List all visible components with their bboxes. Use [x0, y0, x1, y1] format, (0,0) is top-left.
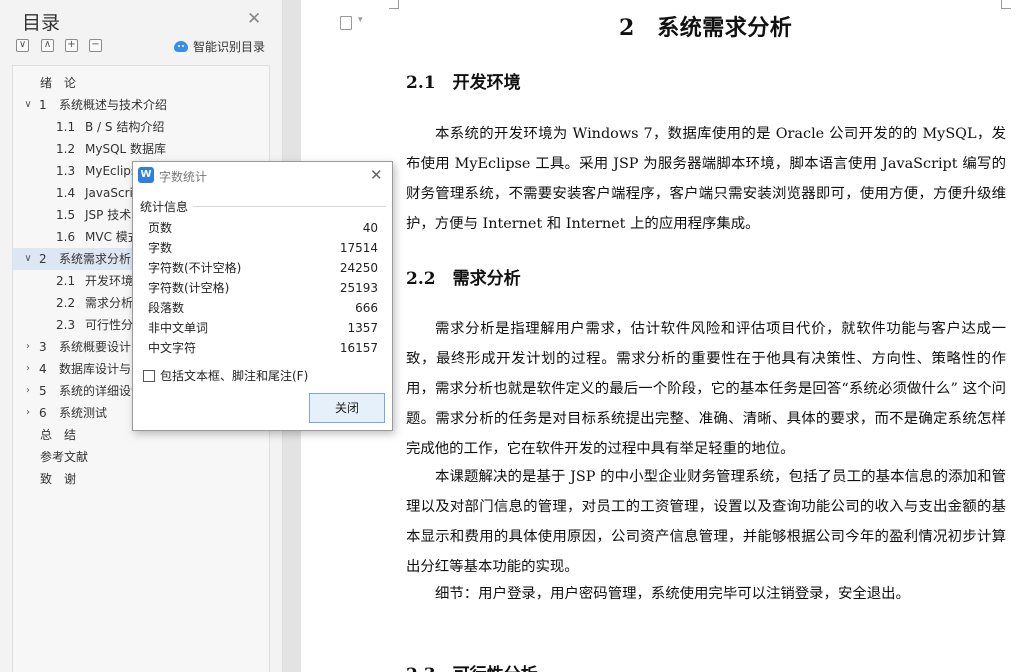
chevron-down-icon[interactable]: ∨ — [23, 94, 33, 116]
toc-item-label: 系统概述与技术介绍 — [59, 98, 168, 112]
toc-item-number: 5 — [39, 384, 47, 398]
stat-value: 24250 — [339, 261, 378, 275]
dialog-close-icon[interactable]: ✕ — [370, 166, 383, 184]
stat-row: 中文字符 16157 — [148, 338, 378, 358]
chapter-heading: 2 系统需求分析 — [619, 15, 793, 41]
toc-item-number: 1.5 — [56, 208, 76, 222]
toc-item-number: 1 — [39, 98, 47, 112]
toc-item-number: 2.3 — [56, 318, 76, 332]
toc-item-label: 开发环境 — [85, 274, 134, 288]
toc-item-label: 系统测试 — [59, 406, 108, 420]
toc-item-number: 6 — [39, 406, 47, 420]
smart-toc-icon — [174, 41, 188, 52]
toc-item-number: 1.2 — [56, 142, 76, 156]
document-page[interactable]: ▾ 2 系统需求分析 2.1 开发环境 本系统的开发环境为 Windows 7，… — [301, 0, 1022, 672]
wps-logo-icon: W — [138, 167, 154, 183]
collapse-all-button[interactable]: ∧ — [41, 39, 54, 52]
toc-item[interactable]: ∨ 1 系统概述与技术介绍 — [13, 94, 269, 116]
stat-row: 字符数(计空格) 25193 — [148, 278, 378, 298]
toc-item-number: 3 — [39, 340, 47, 354]
toc-item-label: 系统概要设计 — [59, 340, 132, 354]
toc-item-label: 总 结 — [40, 428, 77, 442]
toc-title: 目录 — [22, 12, 61, 34]
toc-item-label: JSP 技术 — [85, 208, 132, 222]
chevron-right-icon[interactable]: › — [23, 380, 33, 402]
body-paragraph: 本课题解决的是基于 JSP 的中小型企业财务管理系统，包括了员工的基本信息的添加… — [406, 469, 1006, 575]
smart-toc-button[interactable]: 智能识别目录 — [174, 38, 265, 55]
group-label: 统计信息 — [140, 198, 192, 215]
toc-item[interactable]: 1.2 MySQL 数据库 — [13, 138, 269, 160]
toc-item[interactable]: 1.1 B / S 结构介绍 — [13, 116, 269, 138]
toc-item-label: 绪 论 — [40, 76, 77, 90]
section-heading: 2.3 可行性分析 — [406, 660, 538, 672]
chevron-down-icon[interactable]: ∨ — [23, 248, 33, 270]
toc-item-number: 1.6 — [56, 230, 76, 244]
page-corner-mark — [1001, 0, 1011, 9]
toc-item-number: 1.1 — [56, 120, 76, 134]
stat-row: 字符数(不计空格) 24250 — [148, 258, 378, 278]
stat-value: 666 — [355, 301, 378, 315]
smart-toc-label: 智能识别目录 — [193, 40, 266, 54]
body-paragraph: 细节：用户登录，用户密码管理，系统使用完毕可以注销登录，安全退出。 — [435, 586, 910, 602]
toc-item-number: 2 — [39, 252, 47, 266]
toc-item-label: 致 谢 — [40, 472, 77, 486]
chevron-down-icon[interactable]: ▾ — [358, 15, 363, 25]
document-icon[interactable] — [340, 16, 352, 30]
toc-item-label: 系统需求分析 — [59, 252, 132, 266]
stat-label: 中文字符 — [148, 341, 197, 355]
demote-level-button[interactable]: − — [89, 39, 102, 52]
chevron-right-icon[interactable]: › — [23, 358, 33, 380]
toc-item-label: 参考文献 — [40, 450, 89, 464]
toc-item[interactable]: 参考文献 — [13, 446, 269, 468]
expand-all-button[interactable]: ∨ — [16, 39, 29, 52]
page-corner-mark — [389, 0, 399, 9]
toc-item-number: 2.2 — [56, 296, 76, 310]
toc-item[interactable]: 致 谢 — [13, 468, 269, 490]
section-heading: 2.1 开发环境 — [406, 73, 521, 93]
stat-row: 页数 40 — [148, 218, 378, 238]
stat-label: 字符数(计空格) — [148, 281, 230, 295]
toc-item-label: 系统的详细设计 — [59, 384, 144, 398]
group-divider — [193, 206, 386, 207]
dialog-title: 字数统计 — [159, 170, 208, 184]
toc-item-label: B / S 结构介绍 — [85, 120, 165, 134]
stat-value: 40 — [362, 221, 378, 235]
chevron-right-icon[interactable]: › — [23, 402, 33, 424]
toc-item-number: 2.1 — [56, 274, 76, 288]
dialog-titlebar[interactable]: W 字数统计 ✕ — [133, 162, 392, 189]
stat-value: 25193 — [339, 281, 378, 295]
stat-value: 16157 — [339, 341, 378, 355]
toc-item-number: 1.3 — [56, 164, 76, 178]
toc-item[interactable]: 绪 论 — [13, 72, 269, 94]
stat-label: 字符数(不计空格) — [148, 261, 242, 275]
promote-level-button[interactable]: + — [65, 39, 78, 52]
stat-label: 页数 — [148, 221, 173, 235]
stat-value: 17514 — [339, 241, 378, 255]
toc-item-number: 1.4 — [56, 186, 76, 200]
body-paragraph: 本系统的开发环境为 Windows 7，数据库使用的是 Oracle 公司开发的… — [406, 126, 1006, 232]
stat-row: 段落数 666 — [148, 298, 378, 318]
stat-row: 字数 17514 — [148, 238, 378, 258]
close-button[interactable]: 关闭 — [309, 393, 385, 423]
checkbox-label: 包括文本框、脚注和尾注(F) — [160, 369, 309, 383]
body-paragraph: 需求分析是指理解用户需求，估计软件风险和评估项目代价，就软件功能与客户达成一致，… — [406, 321, 1006, 457]
toc-item-number: 4 — [39, 362, 47, 376]
section-heading: 2.2 需求分析 — [406, 269, 521, 289]
stat-label: 非中文单词 — [148, 321, 209, 335]
include-textbox-checkbox-row[interactable]: 包括文本框、脚注和尾注(F) — [143, 367, 308, 385]
chevron-right-icon[interactable]: › — [23, 336, 33, 358]
stat-label: 段落数 — [148, 301, 185, 315]
toc-close-icon[interactable]: ✕ — [247, 9, 261, 29]
toc-item-label: MySQL 数据库 — [85, 142, 167, 156]
toc-item-label: 需求分析 — [85, 296, 134, 310]
stat-label: 字数 — [148, 241, 173, 255]
include-textbox-checkbox[interactable] — [143, 370, 155, 382]
stat-value: 1357 — [347, 321, 378, 335]
stat-row: 非中文单词 1357 — [148, 318, 378, 338]
word-count-dialog: W 字数统计 ✕ 统计信息 页数 40 字数 17514 字符数(不计空格) 2… — [132, 161, 393, 431]
